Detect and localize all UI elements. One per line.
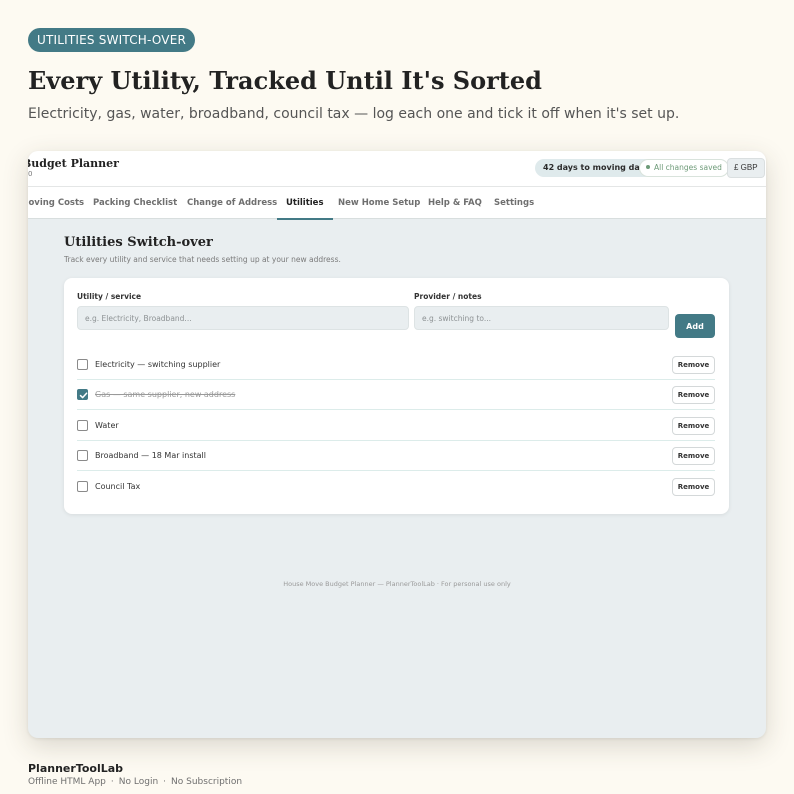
utility-row-broadband: Broadband — 18 Mar install Remove [77, 441, 715, 471]
nav-tabs: Moving Costs Packing Checklist Change of… [28, 187, 766, 220]
remove-button[interactable]: Remove [672, 478, 715, 496]
tab-help-faq[interactable]: Help & FAQ [428, 187, 482, 219]
save-status-badge: All changes saved [639, 159, 729, 177]
promo-subtitle: Electricity, gas, water, broadband, coun… [28, 106, 680, 122]
app-footer-note: House Move Budget Planner — PlannerToolL… [283, 580, 511, 588]
utility-input[interactable] [77, 306, 409, 330]
tagline-item: Offline HTML App [28, 777, 106, 787]
currency-button[interactable]: £ GBP [727, 158, 765, 178]
app-header: Budget Planner 0 42 days to moving day A… [28, 151, 766, 187]
utility-label: Broadband — 18 Mar install [95, 451, 206, 460]
utility-checkbox[interactable] [77, 359, 88, 370]
separator-dot: · [110, 777, 114, 787]
utility-checkbox[interactable] [77, 481, 88, 492]
utility-label: Gas — same supplier, new address [95, 390, 236, 399]
tab-new-home-setup[interactable]: New Home Setup [338, 187, 420, 219]
section-description: Track every utility and service that nee… [64, 255, 341, 264]
tab-packing-checklist[interactable]: Packing Checklist [93, 187, 177, 219]
separator-dot: · [163, 777, 167, 787]
app-window: Budget Planner 0 42 days to moving day A… [28, 151, 766, 738]
tagline-item: No Login [118, 777, 159, 787]
tab-change-of-address[interactable]: Change of Address [187, 187, 277, 219]
promo-title: Every Utility, Tracked Until It's Sorted [28, 66, 542, 95]
remove-button[interactable]: Remove [672, 386, 715, 404]
brand-tagline: Offline HTML App · No Login · No Subscriptio… [28, 777, 242, 787]
utility-row-gas: Gas — same supplier, new address Remove [77, 380, 715, 410]
remove-button[interactable]: Remove [672, 447, 715, 465]
utility-label: Council Tax [95, 482, 141, 491]
tab-utilities[interactable]: Utilities [277, 187, 332, 220]
provider-field-label: Provider / notes [414, 292, 482, 301]
checkmark-icon [79, 392, 88, 399]
tab-settings[interactable]: Settings [494, 187, 534, 219]
status-dot-icon [646, 165, 650, 169]
utility-field-label: Utility / service [77, 292, 142, 301]
app-title: Budget Planner [28, 157, 119, 170]
provider-input[interactable] [414, 306, 669, 330]
remove-button[interactable]: Remove [672, 356, 715, 374]
utility-label: Water [95, 421, 119, 430]
save-status-text: All changes saved [654, 163, 722, 172]
add-utility-button[interactable]: Add [675, 314, 715, 338]
remove-button[interactable]: Remove [672, 417, 715, 435]
feature-badge: UTILITIES SWITCH-OVER [28, 28, 196, 52]
utility-label: Electricity — switching supplier [95, 360, 221, 369]
utilities-card: Utility / service Provider / notes Add E… [64, 278, 729, 514]
days-countdown-badge: 42 days to moving day [535, 159, 653, 177]
tagline-item: No Subscription [171, 777, 243, 787]
tab-moving-costs[interactable]: Moving Costs [28, 187, 84, 219]
utility-row-electricity: Electricity — switching supplier Remove [77, 350, 715, 380]
app-title-sub: 0 [28, 170, 33, 178]
utility-checkbox-checked[interactable] [77, 389, 88, 400]
section-title: Utilities Switch-over [64, 235, 213, 250]
utility-row-water: Water Remove [77, 411, 715, 441]
utility-checkbox[interactable] [77, 420, 88, 431]
brand-name: PlannerToolLab [28, 762, 124, 775]
utility-row-council-tax: Council Tax Remove [77, 472, 715, 502]
utility-checkbox[interactable] [77, 450, 88, 461]
